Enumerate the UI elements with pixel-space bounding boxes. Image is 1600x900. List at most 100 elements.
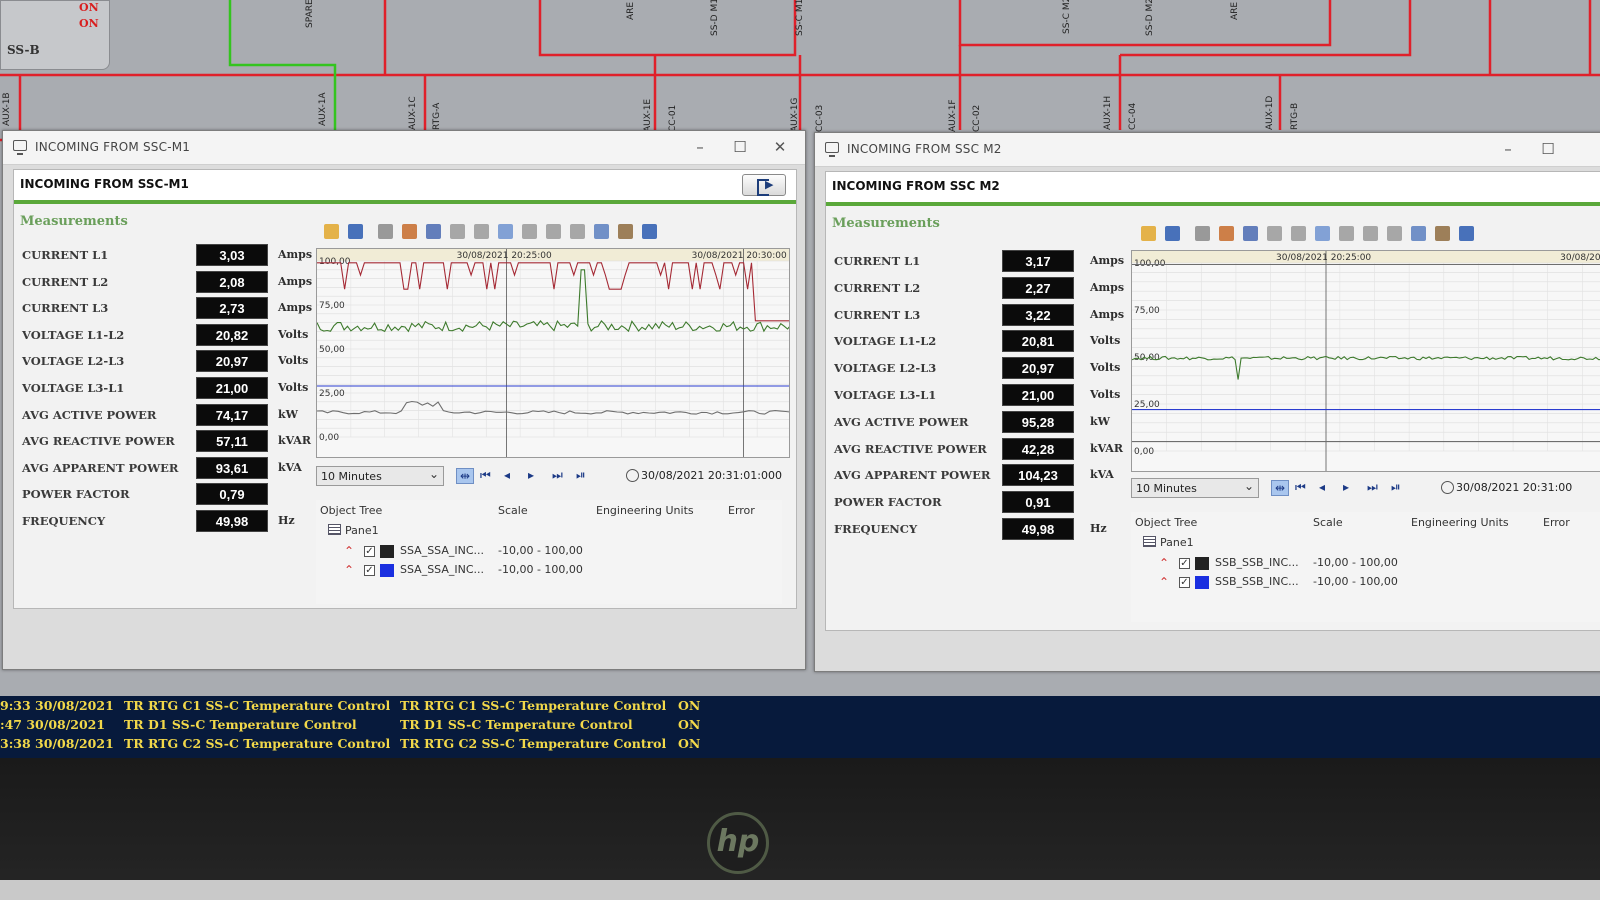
popup-window-ssc-m2[interactable]: INCOMING FROM SSC M2 – ☐ INCOMING FROM S…: [814, 132, 1600, 672]
open-icon[interactable]: [324, 224, 339, 239]
settings-icon[interactable]: [618, 224, 633, 239]
grid-column-header[interactable]: Object Tree: [320, 504, 382, 517]
pane-icon: [328, 524, 341, 535]
popup-window-ssc-m1[interactable]: INCOMING FROM SSC-M1 – ☐ ✕ INCOMING FROM…: [2, 130, 806, 670]
series-checkbox[interactable]: ✓: [364, 546, 375, 557]
series-row[interactable]: ⌃ ✓ SSA_SSA_INC... -10,00 - 100,00: [344, 544, 644, 562]
measurement-value: 57,11: [196, 430, 268, 453]
print-preview-icon[interactable]: [402, 224, 417, 239]
maximize-button[interactable]: ☐: [725, 137, 755, 157]
measurement-value: 74,17: [196, 403, 268, 426]
time-period-select[interactable]: 10 Minutes: [316, 466, 444, 486]
measurement-label: POWER FACTOR: [834, 495, 942, 510]
close-button[interactable]: ✕: [765, 137, 795, 157]
feeder-label: SPARE: [305, 0, 315, 28]
maximize-button[interactable]: ☐: [1533, 139, 1563, 159]
trend-chart[interactable]: 100,00 75,00 50,00 25,00 0,00 30/08/2021 20:2…: [316, 248, 790, 458]
export-icon[interactable]: [426, 224, 441, 239]
open-icon[interactable]: [1141, 226, 1156, 241]
ruler-icon[interactable]: [474, 224, 489, 239]
settings-icon[interactable]: [1435, 226, 1450, 241]
alarm-row[interactable]: :47 30/08/2021 TR D1 SS-C Temperature Con…: [0, 717, 1600, 735]
measurement-row: AVG REACTIVE POWER 42,28 kVAR: [826, 437, 1126, 462]
alarm-row[interactable]: 9:33 30/08/2021 TR RTG C1 SS-C Temperatur…: [0, 698, 1600, 716]
measurement-label: CURRENT L1: [834, 254, 921, 268]
measurement-unit: Amps: [1090, 254, 1125, 267]
next-button[interactable]: ▸: [1343, 480, 1349, 494]
zoom-x-icon[interactable]: [1339, 226, 1354, 241]
measurement-label: AVG REACTIVE POWER: [834, 441, 987, 456]
feeder-label: SS-D M1: [710, 0, 720, 36]
feeder-label: AUX-1B: [2, 92, 12, 126]
tree-node-pane[interactable]: Pane1: [328, 524, 379, 537]
print-icon[interactable]: [378, 224, 393, 239]
screen: ON ON SS-B SPARE ARE SS-D M1 SS-C M1 SS-…: [0, 0, 1600, 900]
ruler-icon[interactable]: [1291, 226, 1306, 241]
zoom-y-icon[interactable]: [1363, 226, 1378, 241]
grid-column-header[interactable]: Error: [1543, 516, 1570, 529]
fast-forward-button[interactable]: ⏭: [1367, 480, 1378, 495]
zoom-reset-icon[interactable]: [570, 224, 585, 239]
grid-column-header[interactable]: Object Tree: [1135, 516, 1197, 529]
measurement-unit: Amps: [1090, 307, 1125, 321]
y-tick-label: 0,00: [319, 433, 339, 443]
window-titlebar[interactable]: INCOMING FROM SSC M2 – ☐: [815, 133, 1600, 167]
prev-button[interactable]: ◂: [504, 468, 510, 482]
window-titlebar[interactable]: INCOMING FROM SSC-M1 – ☐ ✕: [3, 131, 805, 165]
trend-plot: 100,0075,0050,0025,000,0030/08/2021 20:2…: [1132, 251, 1600, 471]
alarm-row[interactable]: 3:38 30/08/2021 TR RTG C2 SS-C Temperatur…: [0, 736, 1600, 754]
zoom-x-icon[interactable]: [522, 224, 537, 239]
measurement-unit: Amps: [278, 301, 313, 315]
save-icon[interactable]: [348, 224, 363, 239]
last-button[interactable]: ⏯: [1391, 480, 1401, 495]
first-button[interactable]: ⏮: [1295, 480, 1306, 495]
zoom-area-icon[interactable]: [498, 224, 513, 239]
measurement-label: CURRENT L1: [22, 248, 109, 262]
minimize-button[interactable]: –: [1493, 139, 1523, 159]
grid-column-header[interactable]: Engineering Units: [596, 504, 694, 517]
grid-column-header[interactable]: Scale: [498, 504, 528, 517]
zoom-y-icon[interactable]: [546, 224, 561, 239]
series-name: SSB_SSB_INC...: [1215, 556, 1299, 569]
series-checkbox[interactable]: ✓: [1179, 558, 1190, 569]
next-button[interactable]: ▸: [528, 468, 534, 482]
save-icon[interactable]: [1165, 226, 1180, 241]
measurement-unit: kVA: [1090, 468, 1114, 482]
zoom-reset-icon[interactable]: [1387, 226, 1402, 241]
table-icon[interactable]: [1411, 226, 1426, 241]
minimize-button[interactable]: –: [685, 137, 715, 157]
fast-forward-button[interactable]: ⏭: [552, 468, 563, 483]
measurement-value: 2,27: [1002, 276, 1074, 299]
measurement-unit: kVA: [278, 460, 302, 474]
series-checkbox[interactable]: ✓: [1179, 577, 1190, 588]
help-icon[interactable]: [1459, 226, 1474, 241]
pen-icon[interactable]: [450, 224, 465, 239]
grid-column-header[interactable]: Engineering Units: [1411, 516, 1509, 529]
grid-column-header[interactable]: Scale: [1313, 516, 1343, 529]
tree-node-pane[interactable]: Pane1: [1143, 536, 1194, 549]
print-icon[interactable]: [1195, 226, 1210, 241]
help-icon[interactable]: [642, 224, 657, 239]
substation-ss-b-box[interactable]: ON ON SS-B: [0, 0, 110, 70]
exit-button[interactable]: [742, 174, 786, 196]
pane-label: Pane1: [345, 524, 379, 537]
first-button[interactable]: ⏮: [480, 468, 491, 483]
fit-range-button[interactable]: ⇹: [456, 468, 475, 484]
pen-icon[interactable]: [1267, 226, 1282, 241]
y-tick-label: 0,00: [1134, 447, 1154, 457]
last-button[interactable]: ⏯: [576, 468, 586, 483]
export-icon[interactable]: [1243, 226, 1258, 241]
fit-range-button[interactable]: ⇹: [1271, 480, 1290, 496]
series-checkbox[interactable]: ✓: [364, 565, 375, 576]
alarm-tag: TR RTG C2 SS-C Temperature Control: [124, 736, 391, 751]
zoom-area-icon[interactable]: [1315, 226, 1330, 241]
print-preview-icon[interactable]: [1219, 226, 1234, 241]
table-icon[interactable]: [594, 224, 609, 239]
grid-column-header[interactable]: Error: [728, 504, 755, 517]
series-row[interactable]: ⌃ ✓ SSB_SSB_INC... -10,00 - 100,00: [1159, 575, 1459, 593]
trend-chart[interactable]: 100,00 75,00 50,00 25,00 0,00 30/08/2021 20:2…: [1131, 250, 1600, 472]
time-period-select[interactable]: 10 Minutes: [1131, 478, 1259, 498]
series-row[interactable]: ⌃ ✓ SSB_SSB_INC... -10,00 - 100,00: [1159, 556, 1459, 574]
series-row[interactable]: ⌃ ✓ SSA_SSA_INC... -10,00 - 100,00: [344, 563, 644, 581]
prev-button[interactable]: ◂: [1319, 480, 1325, 494]
